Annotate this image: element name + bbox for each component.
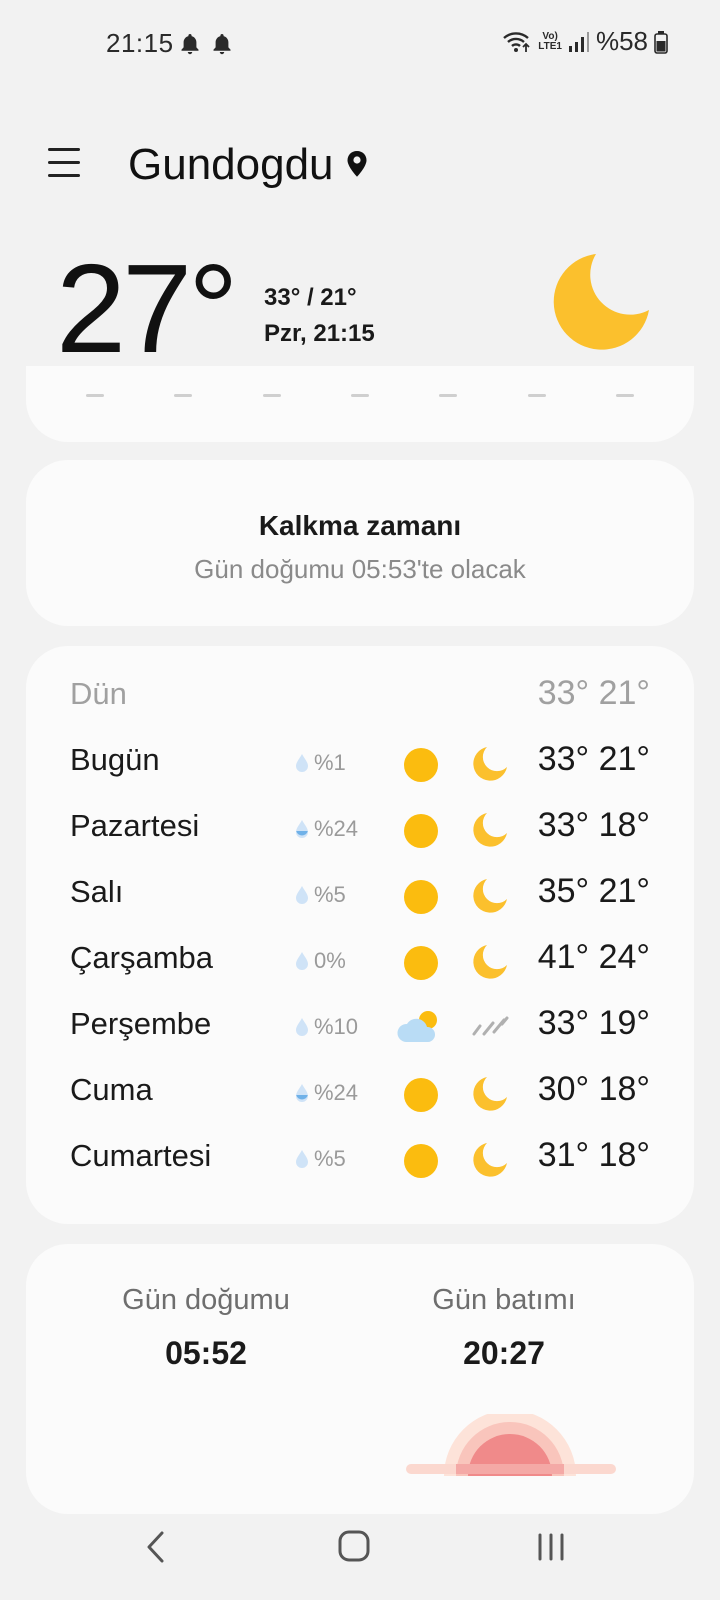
sun-icon xyxy=(404,814,438,848)
forecast-temps: 41° 24° xyxy=(537,938,650,976)
sun-icon xyxy=(404,880,438,914)
location-pin-icon xyxy=(347,151,367,177)
forecast-temps: 33° 21° xyxy=(537,740,650,778)
recent-apps-icon[interactable] xyxy=(536,1530,566,1564)
sunrise-notice-subtitle: Gün doğumu 05:53'te olacak xyxy=(194,554,526,584)
forecast-row[interactable]: Cuma %24 30° 18° xyxy=(26,1062,694,1122)
sun-icon xyxy=(404,1078,438,1112)
forecast-day: Pazartesi xyxy=(70,808,200,843)
forecast-row[interactable]: Salı %5 35° 21° xyxy=(26,864,694,924)
sunrise-block: Gün doğumu 05:52 xyxy=(56,1284,356,1372)
droplet-icon xyxy=(296,1018,308,1036)
forecast-row[interactable]: Pazartesi %24 33° 18° xyxy=(26,798,694,858)
sun-times-card: Gün doğumu 05:52 Gün batımı 20:27 xyxy=(26,1244,694,1514)
partly-cloudy-icon xyxy=(397,1011,437,1042)
status-time: 21:15 xyxy=(106,28,174,58)
precip-chance: %24 xyxy=(294,1080,358,1106)
forecast-temps: 30° 18° xyxy=(537,1070,650,1108)
forecast-temps: 33° 18° xyxy=(537,806,650,844)
forecast-temps: 31° 18° xyxy=(537,1136,650,1174)
droplet-icon xyxy=(296,886,308,904)
moon-icon xyxy=(473,1077,507,1111)
moon-icon xyxy=(473,813,507,847)
sunset-label: Gün batımı xyxy=(432,1284,576,1316)
sunrise-label: Gün doğumu xyxy=(122,1284,290,1316)
forecast-day: Bugün xyxy=(70,742,160,777)
forecast-row[interactable]: Cumartesi %5 31° 18° xyxy=(26,1128,694,1188)
sunset-graphic-icon xyxy=(406,1414,616,1476)
forecast-day: Perşembe xyxy=(70,1006,212,1041)
forecast-row[interactable]: Çarşamba 0% 41° 24° xyxy=(26,930,694,990)
moon-icon xyxy=(473,1143,507,1177)
precip-chance: %1 xyxy=(294,750,346,776)
bell-icon xyxy=(181,34,199,55)
precip-chance: %5 xyxy=(294,882,346,908)
menu-icon[interactable] xyxy=(48,148,80,178)
sun-icon xyxy=(404,1144,438,1178)
forecast-day: Çarşamba xyxy=(70,940,213,975)
moon-icon xyxy=(473,945,507,979)
wifi-icon xyxy=(503,31,530,52)
droplet-icon xyxy=(296,754,308,772)
forecast-day: Salı xyxy=(70,874,124,909)
droplet-icon xyxy=(296,1084,308,1102)
precip-chance: 0% xyxy=(294,948,346,974)
sunrise-notice-title: Kalkma zamanı xyxy=(258,510,462,541)
battery-percent: %58 xyxy=(595,26,648,56)
precip-chance: %10 xyxy=(294,1014,358,1040)
rain-icon xyxy=(472,1016,509,1036)
forecast-day: Cuma xyxy=(70,1072,153,1107)
sun-icon xyxy=(404,748,438,782)
hourly-card-sliver[interactable] xyxy=(26,366,694,442)
current-datetime: Pzr, 21:15 xyxy=(264,320,375,347)
sunrise-notice-card: Kalkma zamanı Gün doğumu 05:53'te olacak xyxy=(26,460,694,626)
forecast-temps: 33° 21° xyxy=(537,674,650,712)
sun-icon xyxy=(404,946,438,980)
sunset-time: 20:27 xyxy=(463,1335,545,1371)
home-icon[interactable] xyxy=(337,1528,371,1564)
status-icons: Vo) LTE1 %58 xyxy=(502,26,668,57)
daily-forecast-card[interactable]: Dün 33° 21° Bugün %1 33° 21° Pazartesi %… xyxy=(26,646,694,1224)
moon-icon xyxy=(473,879,507,913)
precip-chance: %5 xyxy=(294,1146,346,1172)
forecast-temps: 35° 21° xyxy=(537,872,650,910)
forecast-row[interactable]: Perşembe %10 33° 19° xyxy=(26,996,694,1056)
back-icon[interactable] xyxy=(144,1530,168,1564)
precip-chance: %24 xyxy=(294,816,358,842)
forecast-day: Dün xyxy=(70,676,127,711)
droplet-icon xyxy=(296,1150,308,1168)
forecast-day: Cumartesi xyxy=(70,1138,212,1173)
droplet-icon xyxy=(296,952,308,970)
high-low-temperature: 33° / 21° xyxy=(264,284,357,311)
sunset-block: Gün batımı 20:27 xyxy=(354,1284,654,1372)
signal-icon xyxy=(568,31,589,52)
battery-icon xyxy=(654,30,668,54)
droplet-icon xyxy=(296,820,308,838)
moon-icon xyxy=(473,747,507,781)
forecast-temps: 33° 19° xyxy=(537,1004,650,1042)
forecast-row-yesterday: Dün 33° 21° xyxy=(26,666,694,726)
location-title[interactable]: Gundogdu xyxy=(128,140,334,190)
bell-icon xyxy=(213,34,231,55)
forecast-row[interactable]: Bugün %1 33° 21° xyxy=(26,732,694,792)
volte-indicator: Vo) LTE1 xyxy=(538,30,562,52)
moon-icon xyxy=(553,254,649,350)
current-temperature: 27° xyxy=(56,238,239,379)
sunrise-time: 05:52 xyxy=(165,1335,247,1371)
